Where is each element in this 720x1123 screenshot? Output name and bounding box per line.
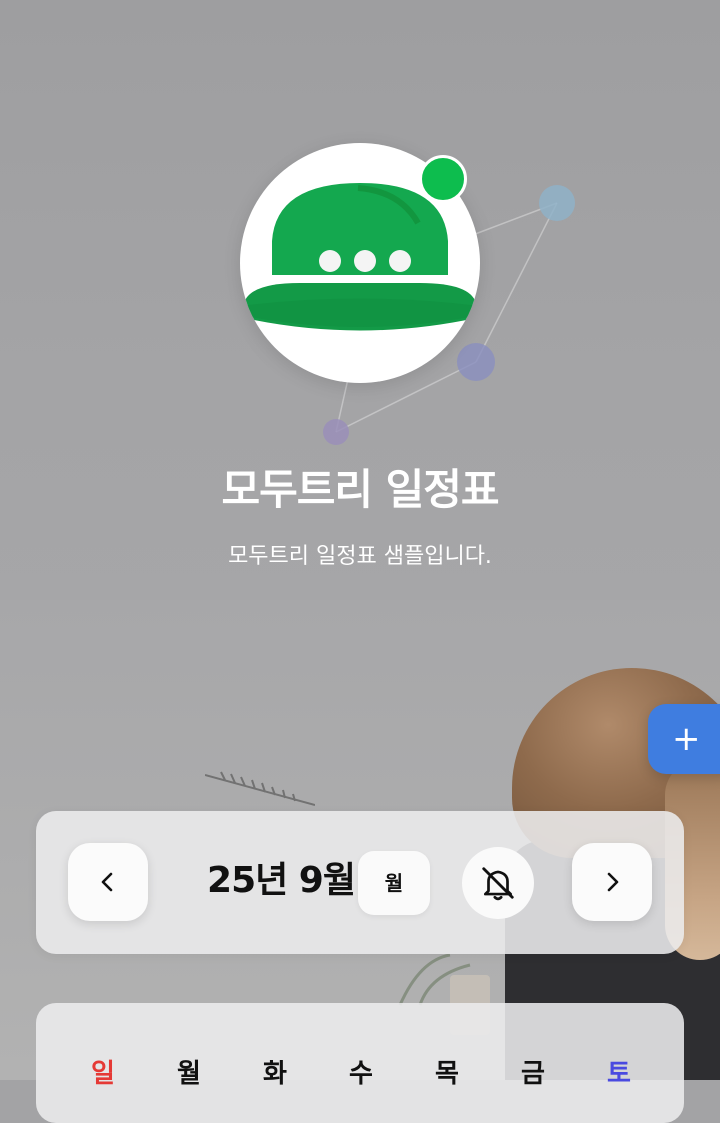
- weekday-sat: 토: [607, 1059, 631, 1089]
- prev-month-button[interactable]: [68, 843, 148, 921]
- weekday-sun: 일: [91, 1059, 115, 1089]
- profile-title: 모두트리 일정표: [221, 465, 499, 514]
- weekday-thu: 목: [435, 1059, 459, 1089]
- weekday-tue: 화: [263, 1059, 287, 1089]
- next-month-button[interactable]: [572, 843, 652, 921]
- notification-toggle-button[interactable]: [462, 847, 534, 919]
- weekday-mon: 월: [177, 1059, 201, 1089]
- weekday-wed: 수: [349, 1059, 373, 1089]
- weekday-fri: 금: [521, 1059, 545, 1089]
- plant-decoration: [205, 771, 315, 806]
- profile-subtitle: 모두트리 일정표 샘플입니다.: [228, 544, 492, 569]
- current-month-label: 25년 9월: [207, 860, 356, 901]
- online-status-dot: [419, 155, 467, 203]
- weekday-header: 일 월 화 수 목 금 토: [36, 1053, 684, 1090]
- chevron-right-icon: [607, 872, 619, 892]
- calendar-card: 일 월 화 수 목 금 토: [36, 1003, 684, 1123]
- chevron-left-icon: [101, 872, 113, 892]
- add-event-button[interactable]: +: [648, 704, 720, 774]
- calendar-nav-bar: 25년 9월 월: [36, 811, 684, 954]
- bell-off-icon: [482, 867, 514, 901]
- view-mode-button[interactable]: 월: [358, 851, 430, 915]
